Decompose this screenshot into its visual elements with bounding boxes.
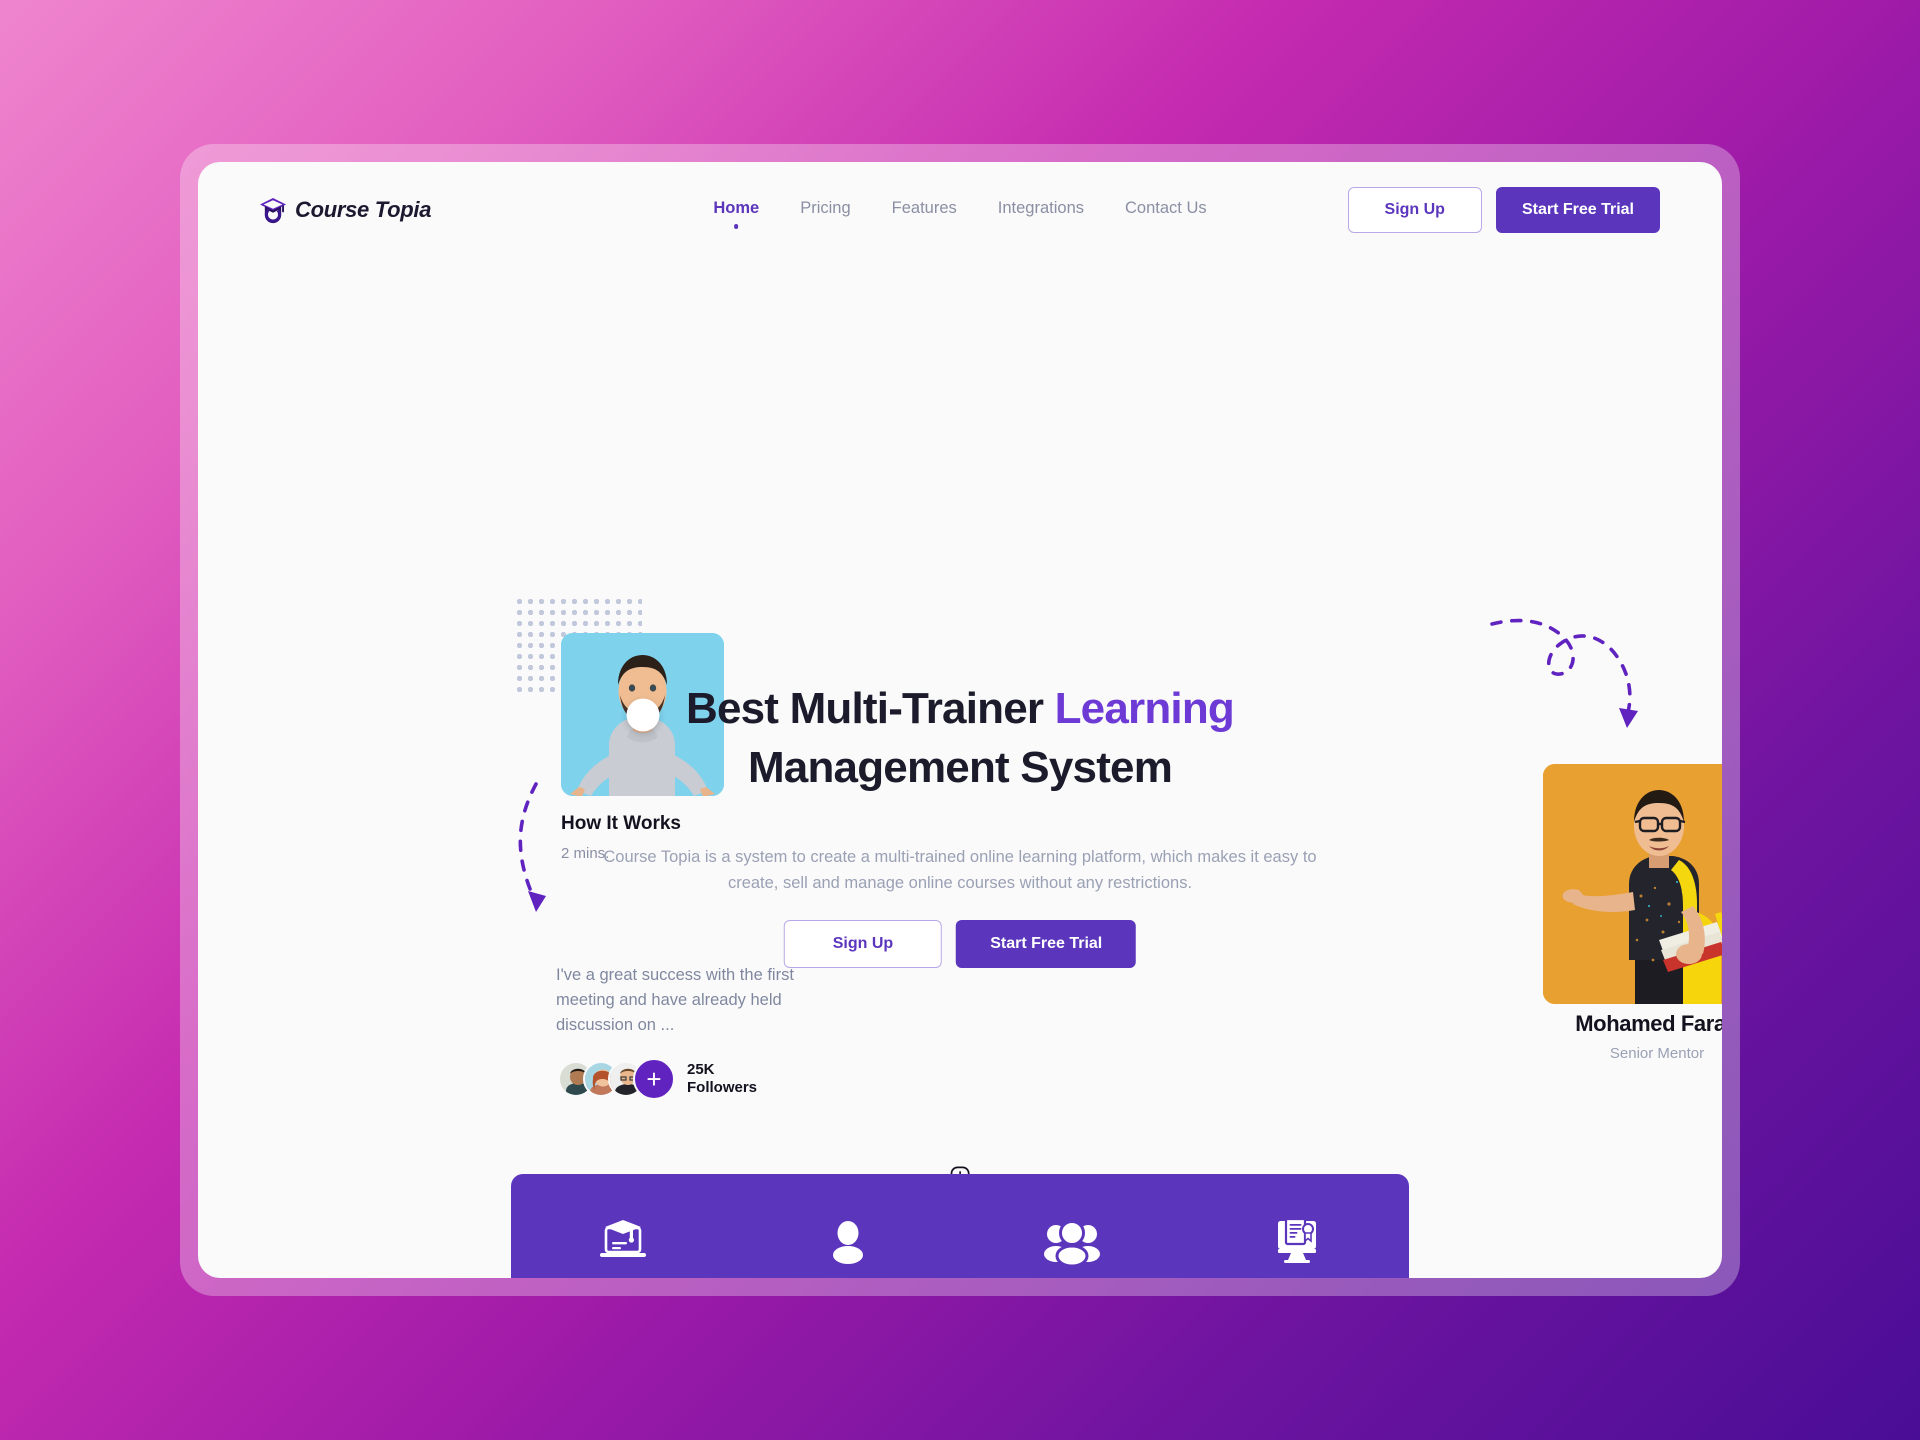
brand-name: Course Topia xyxy=(295,197,432,222)
graduation-cap-icon xyxy=(258,195,288,225)
certificate-monitor-icon xyxy=(1185,1216,1410,1268)
video-title: How It Works xyxy=(561,813,681,834)
browser-window-shell: Course Topia Home Pricing Features Integ… xyxy=(180,144,1740,1296)
nav-item-pricing[interactable]: Pricing xyxy=(800,199,850,222)
mentor-photo-card xyxy=(1543,764,1722,1004)
followers-label: Followers xyxy=(687,1079,758,1096)
site-header: Course Topia Home Pricing Features Integ… xyxy=(198,162,1722,258)
stat-online-students: 438920 Online Students xyxy=(960,1216,1185,1278)
person-icon xyxy=(736,1216,961,1268)
hero-sign-up-button[interactable]: Sign Up xyxy=(783,920,943,968)
stats-bar: 315 Online Courses 507 Trusted Tutors xyxy=(511,1174,1409,1278)
dashed-arrow-right-icon xyxy=(1490,618,1638,728)
hero-heading-highlight: Learning xyxy=(1054,684,1235,733)
stat-online-courses: 315 Online Courses xyxy=(511,1216,736,1278)
hero-start-free-trial-button[interactable]: Start Free Trial xyxy=(956,920,1137,968)
nav-item-contact-us[interactable]: Contact Us xyxy=(1125,199,1207,222)
header-actions: Sign Up Start Free Trial xyxy=(1347,187,1660,233)
testimonial-quote: I've a great success with the first meet… xyxy=(556,966,794,1035)
mentor-image xyxy=(1543,764,1722,1004)
page-title: Best Multi-Trainer Learning Management S… xyxy=(610,680,1310,798)
nav-item-label: Home xyxy=(713,198,760,217)
nav-item-features[interactable]: Features xyxy=(892,199,957,222)
laptop-graduation-icon xyxy=(511,1216,736,1268)
followers-row: + 25K Followers xyxy=(558,1058,757,1100)
people-group-icon xyxy=(960,1216,1185,1268)
header-sign-up-button[interactable]: Sign Up xyxy=(1347,187,1482,233)
stat-trusted-tutors: 507 Trusted Tutors xyxy=(736,1216,961,1278)
followers-count: 25K xyxy=(687,1060,715,1078)
hero-cta-group: Sign Up Start Free Trial xyxy=(783,920,1137,968)
hero-heading-part1: Best Multi-Trainer xyxy=(685,684,1055,733)
add-followers-button[interactable]: + xyxy=(633,1058,675,1100)
hero-section: How It Works 2 mins. I've a great succes… xyxy=(198,258,1722,1219)
followers-text: 25K Followers xyxy=(687,1061,757,1098)
active-nav-dot xyxy=(734,224,739,229)
hero-heading-part2: Management System xyxy=(747,742,1173,792)
app-window: Course Topia Home Pricing Features Integ… xyxy=(198,162,1722,1278)
header-start-free-trial-button[interactable]: Start Free Trial xyxy=(1495,187,1660,233)
mentor-role: Senior Mentor xyxy=(1609,1045,1705,1062)
mentor-name: Mohamed Farag xyxy=(1575,1011,1722,1036)
nav-item-integrations[interactable]: Integrations xyxy=(998,199,1084,222)
stat-online-certificates: 73915 Online Certificates xyxy=(1185,1216,1410,1278)
brand-logo[interactable]: Course Topia xyxy=(258,195,431,225)
nav-item-home[interactable]: Home xyxy=(713,198,760,229)
hero-subtitle: Course Topia is a system to create a mul… xyxy=(603,848,1317,893)
main-navigation: Home Pricing Features Integrations Conta… xyxy=(713,198,1207,229)
